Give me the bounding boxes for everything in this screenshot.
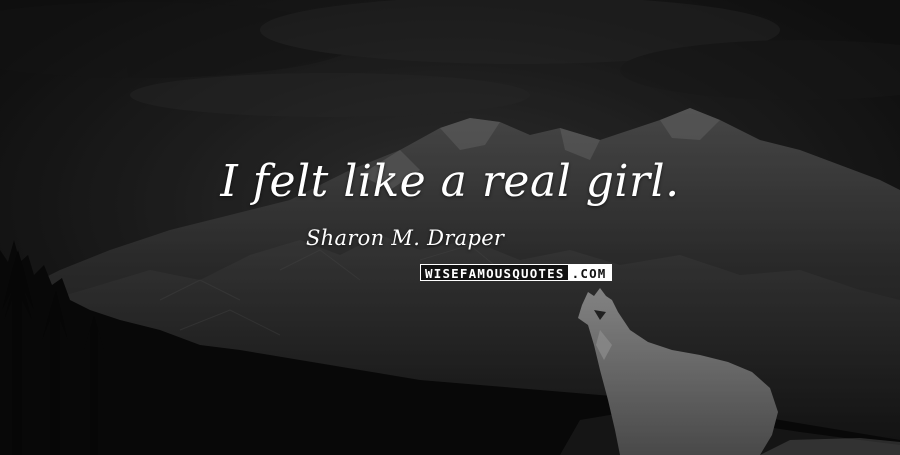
watermark-brand: WISEFAMOUSQUOTES xyxy=(420,264,568,281)
quote-text: I felt like a real girl. xyxy=(220,156,680,207)
quote-author: Sharon M. Draper xyxy=(306,226,505,250)
watermark-logo: WISEFAMOUSQUOTES .COM xyxy=(420,264,612,281)
watermark-tld: .COM xyxy=(567,264,612,281)
quote-image: I felt like a real girl. Sharon M. Drape… xyxy=(0,0,900,455)
